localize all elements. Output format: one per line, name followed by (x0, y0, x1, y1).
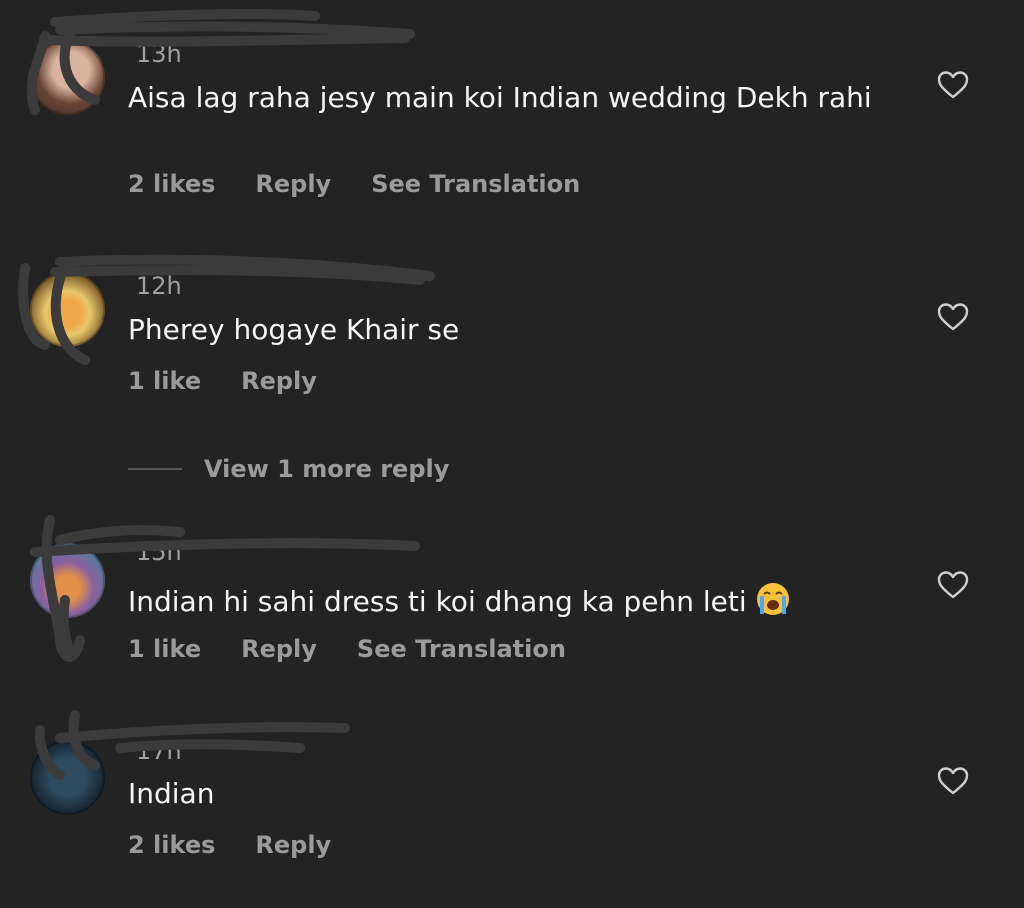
redaction-scribble (34, 710, 350, 780)
comment-item: 17h Indian 2 likes Reply (0, 0, 1024, 908)
comment-actions: 2 likes Reply (128, 831, 371, 863)
reply-button[interactable]: Reply (255, 831, 331, 859)
avatar[interactable] (30, 740, 105, 815)
heart-outline-icon[interactable] (937, 766, 969, 796)
comment-meta: 17h (128, 737, 182, 765)
comment-text: Indian (128, 777, 215, 810)
timestamp: 17h (136, 737, 182, 765)
likes-count[interactable]: 2 likes (128, 831, 215, 859)
